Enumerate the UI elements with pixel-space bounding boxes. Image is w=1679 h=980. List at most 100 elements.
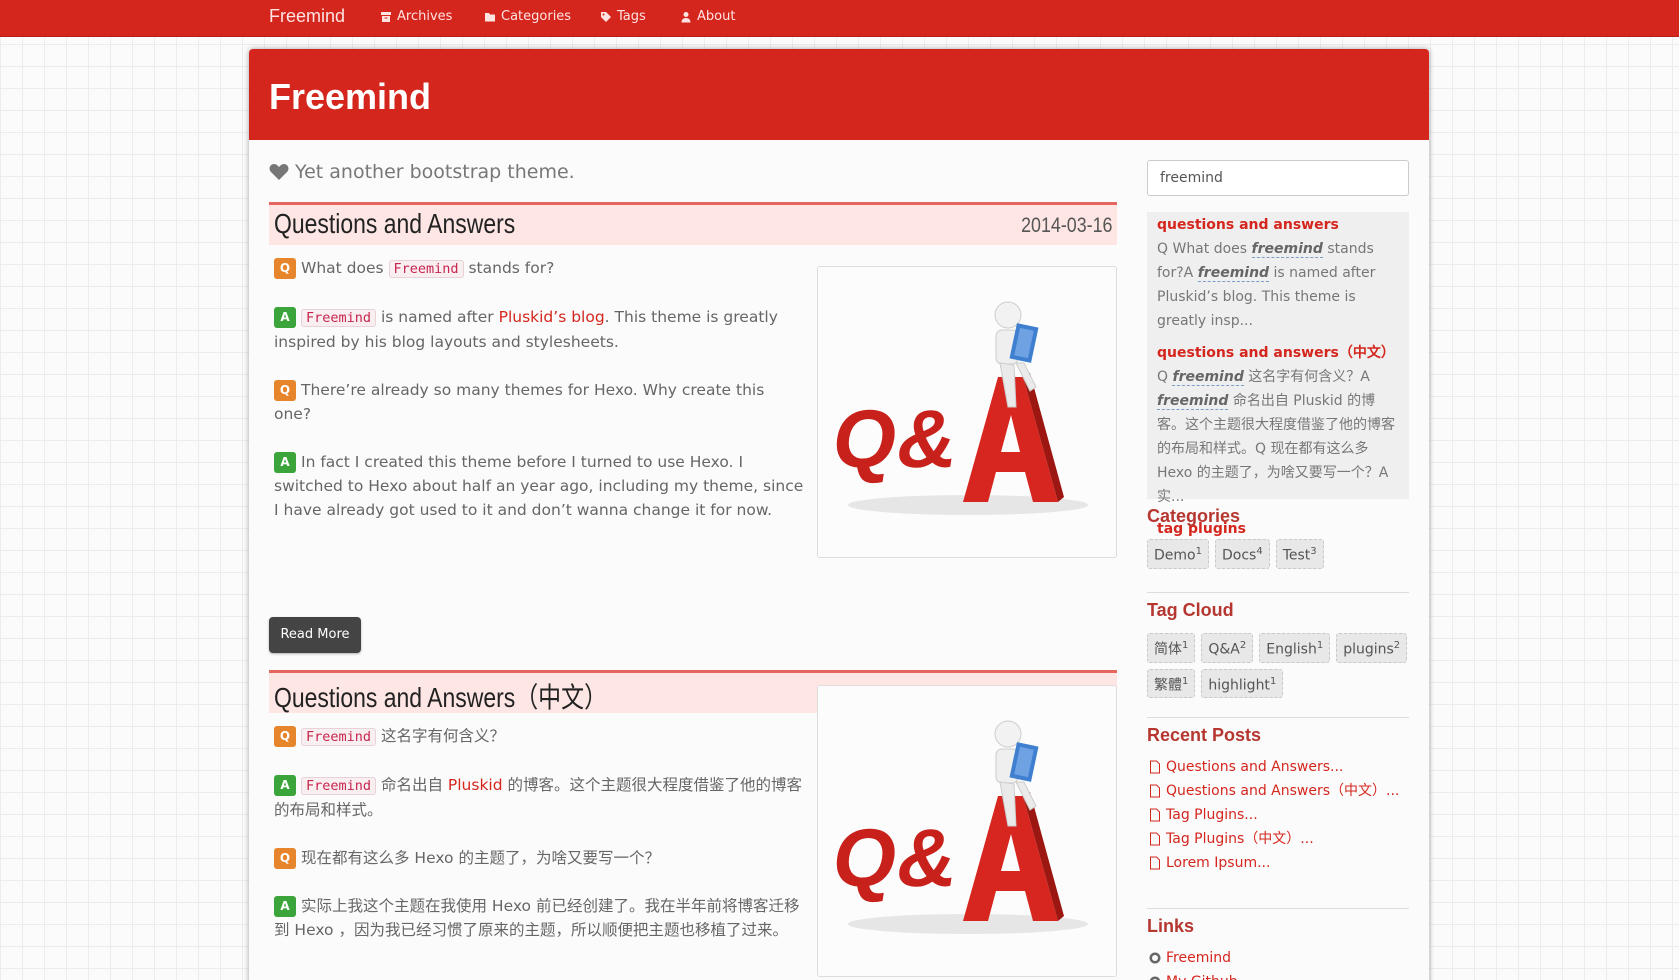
divider <box>1147 592 1409 593</box>
pluskid-blog-link[interactable]: Pluskid’s blog <box>499 308 605 326</box>
search-result-snippet: Q What does freemind stands for?A freemi… <box>1157 237 1399 333</box>
recent-post-link[interactable]: Tag Plugins... <box>1149 803 1399 827</box>
chip-count: 1 <box>1269 675 1277 687</box>
tag-chip[interactable]: highlight1 <box>1201 668 1284 699</box>
chip-count: 1 <box>1182 675 1189 687</box>
question-badge: Q <box>274 848 296 869</box>
question-badge: Q <box>274 726 296 747</box>
archive-icon <box>381 11 391 22</box>
category-list: Demo1 Docs4 Test3 <box>1147 539 1409 569</box>
snippet-text: Q <box>1157 369 1173 385</box>
category-chip[interactable]: Test3 <box>1275 539 1324 569</box>
tag-chip[interactable]: Q&A2 <box>1201 633 1254 663</box>
chip-label: 繁體 <box>1154 677 1182 694</box>
question-badge: Q <box>274 258 296 279</box>
chip-count: 2 <box>1393 640 1401 651</box>
github-icon <box>1149 952 1161 964</box>
qa-text: What does <box>301 259 389 277</box>
recent-post-link[interactable]: Questions and Answers（中文）... <box>1149 779 1399 803</box>
question-item: Q 现在都有这么多 Hexo 的主题了，为啥又要写一个？ <box>274 846 804 870</box>
recent-posts-list: Questions and Answers... Questions and A… <box>1149 755 1399 875</box>
qa-text: 现在都有这么多 Hexo 的主题了，为啥又要写一个？ <box>301 849 660 867</box>
answer-badge: A <box>274 452 296 473</box>
file-icon <box>1150 832 1160 846</box>
tag-chip[interactable]: 繁體1 <box>1147 668 1196 699</box>
external-link[interactable]: Freemind <box>1149 946 1238 970</box>
qa-text: 实际上我这个主题在我使用 Hexo 前已经创建了。我在半年前将博客迁移到 Hex… <box>274 897 800 939</box>
nav-tags[interactable]: Tags <box>600 9 646 24</box>
post-title[interactable]: Questions and Answers（中文） <box>274 676 607 716</box>
divider <box>1147 908 1409 909</box>
recent-post-link[interactable]: Tag Plugins（中文）... <box>1149 827 1399 851</box>
folder-icon <box>485 12 495 21</box>
navbar-brand[interactable]: Freemind <box>269 6 345 27</box>
categories-heading: Categories <box>1147 506 1241 526</box>
recent-post-label: Tag Plugins（中文）... <box>1166 831 1314 847</box>
search-result-title[interactable]: questions and answers <box>1157 213 1399 237</box>
github-icon <box>1149 976 1161 980</box>
search-highlight: freemind <box>1157 393 1229 410</box>
file-icon <box>1150 856 1160 870</box>
category-chip[interactable]: Docs4 <box>1214 539 1270 569</box>
tag-chip[interactable]: plugins2 <box>1336 633 1408 663</box>
post-thumbnail: Q& <box>817 685 1117 977</box>
qa-text: 这名字有何含义？ <box>376 727 505 745</box>
question-item: Q Freemind 这名字有何含义？ <box>274 724 804 749</box>
chip-label: plugins <box>1343 641 1394 658</box>
nav-archives[interactable]: Archives <box>380 9 452 24</box>
chip-count: 4 <box>1256 546 1263 557</box>
chip-count: 1 <box>1195 546 1202 557</box>
chip-count: 1 <box>1316 640 1324 651</box>
heart-icon <box>269 164 289 180</box>
search-result-title[interactable]: questions and answers（中文） <box>1157 341 1399 365</box>
inline-code: Freemind <box>301 728 377 746</box>
chip-label: highlight <box>1208 677 1270 694</box>
post-title[interactable]: Questions and Answers <box>274 208 515 240</box>
answer-badge: A <box>274 775 296 796</box>
file-icon <box>1150 784 1160 798</box>
post-body: Q Freemind 这名字有何含义？ A Freemind 命名出自 Pluski… <box>274 724 804 966</box>
category-chip[interactable]: Demo1 <box>1147 539 1209 569</box>
qa-text: 命名出自 <box>376 776 448 794</box>
chip-count: 3 <box>1310 546 1317 557</box>
nav-about-label: About <box>697 9 736 24</box>
snippet-text: 这名字有何含义？A <box>1243 369 1370 385</box>
chip-label: Test <box>1282 547 1311 564</box>
recent-post-link[interactable]: Questions and Answers... <box>1149 755 1399 779</box>
recent-post-label: Questions and Answers（中文）... <box>1166 783 1400 799</box>
nav-about[interactable]: About <box>680 9 735 24</box>
svg-text:Q&: Q& <box>827 812 963 904</box>
divider <box>1147 717 1409 718</box>
nav-tags-label: Tags <box>617 9 646 24</box>
site-title[interactable]: Freemind <box>269 76 431 118</box>
read-more-button[interactable]: Read More <box>269 617 361 653</box>
qa-text: stands for? <box>463 259 555 277</box>
file-icon <box>1150 808 1160 822</box>
answer-item: A 实际上我这个主题在我使用 Hexo 前已经创建了。我在半年前将博客迁移到 He… <box>274 894 804 942</box>
chip-label: 简体 <box>1154 641 1182 658</box>
recent-post-label: Tag Plugins... <box>1166 807 1258 823</box>
pluskid-link[interactable]: Pluskid <box>448 776 503 794</box>
external-link[interactable]: My Github <box>1149 970 1238 980</box>
recent-post-label: Lorem Ipsum... <box>1166 855 1271 871</box>
recent-posts-heading: Recent Posts <box>1147 725 1262 745</box>
inline-code: Freemind <box>388 260 464 278</box>
snippet-text: Q What does <box>1157 241 1252 257</box>
qa-text: In fact I created this theme before I tu… <box>274 453 804 519</box>
links-heading: Links <box>1147 916 1195 936</box>
search-result-snippet: Q freemind 这名字有何含义？A freemind 命名出自 Plusk… <box>1157 365 1399 509</box>
recent-post-link[interactable]: Lorem Ipsum... <box>1149 851 1399 875</box>
post-body: Q What does Freemind stands for? A Freemin… <box>274 256 804 546</box>
tagline-text: Yet another bootstrap theme. <box>295 161 575 183</box>
search-highlight: freemind <box>1172 369 1244 386</box>
post-thumbnail: Q& <box>817 266 1117 558</box>
search-input[interactable] <box>1147 160 1409 196</box>
nav-categories[interactable]: Categories <box>484 9 571 24</box>
tag-chip[interactable]: 简体1 <box>1147 633 1196 663</box>
answer-badge: A <box>274 307 296 328</box>
user-icon <box>681 11 691 22</box>
recent-post-label: Questions and Answers... <box>1166 759 1344 775</box>
post-header: Questions and Answers 2014-03-16 <box>269 202 1117 245</box>
inline-code: Freemind <box>301 777 377 795</box>
tag-chip[interactable]: English1 <box>1259 633 1331 663</box>
